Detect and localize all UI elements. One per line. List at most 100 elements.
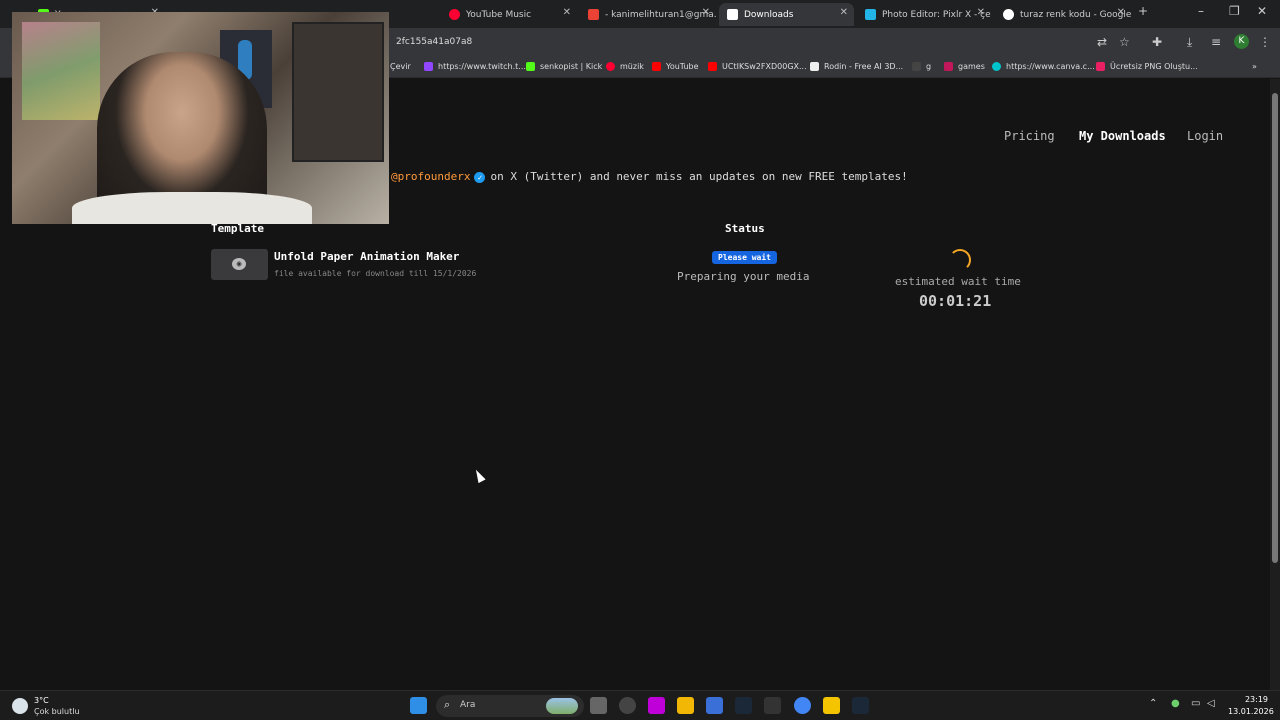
- promo-banner: @profounderx ✓ on X (Twitter) and never mi…: [391, 170, 908, 183]
- loading-spinner-icon: [949, 249, 971, 271]
- availability-text: file available for download till 15/1/20…: [274, 269, 477, 278]
- youtube-music-icon: [449, 9, 460, 20]
- close-icon[interactable]: ✕: [840, 7, 848, 18]
- start-icon[interactable]: [410, 697, 427, 714]
- twitch-icon: [424, 62, 433, 71]
- tab-label: Downloads: [744, 9, 794, 20]
- bookmark-item[interactable]: Çevir: [390, 62, 411, 71]
- column-header-status: Status: [725, 222, 765, 235]
- nav-login[interactable]: Login: [1187, 129, 1223, 143]
- bookmark-item[interactable]: UCtIKSw2FXD00GX...: [708, 62, 807, 71]
- tab-search-icon[interactable]: ≡: [1211, 35, 1221, 49]
- store-icon[interactable]: [706, 697, 723, 714]
- weather-description: Çok bulutlu: [34, 707, 80, 716]
- pixlr-icon: [865, 9, 876, 20]
- bookmark-item[interactable]: Rodin - Free AI 3D...: [810, 62, 903, 71]
- tab-label: Photo Editor: Pixlr X - çev...: [882, 9, 991, 20]
- youtube-icon: [652, 62, 661, 71]
- tab-pixlr[interactable]: Photo Editor: Pixlr X - çev... ✕: [857, 3, 991, 26]
- template-name[interactable]: Unfold Paper Animation Maker: [274, 250, 459, 263]
- estimate-time: 00:01:21: [919, 292, 992, 310]
- chevron-up-icon[interactable]: ⌃: [1149, 698, 1157, 709]
- kick-icon: [526, 62, 535, 71]
- gmail-icon: [588, 9, 599, 20]
- task-view-icon[interactable]: [590, 697, 607, 714]
- bookmark-item[interactable]: g: [912, 62, 931, 71]
- volume-icon[interactable]: ◁: [1207, 698, 1215, 709]
- eye-off-icon: ◉: [232, 258, 246, 270]
- page-scrollbar[interactable]: [1270, 79, 1280, 690]
- epic-games-icon[interactable]: [764, 697, 781, 714]
- menu-icon[interactable]: ⋮: [1259, 35, 1271, 49]
- temperature: 3°C: [34, 696, 49, 705]
- tab-label: - kanimelihturan1@gma...: [605, 9, 716, 20]
- network-icon[interactable]: ▭: [1191, 698, 1200, 709]
- bookmark-item[interactable]: senkopist | Kick: [526, 62, 602, 71]
- downloads-icon[interactable]: ⤓: [1187, 35, 1192, 50]
- taskbar-search[interactable]: ⌕ Ara: [436, 695, 584, 717]
- search-icon: ⌕: [444, 698, 451, 711]
- wall-painting: [22, 22, 100, 120]
- bookmark-item[interactable]: müzik: [606, 62, 644, 71]
- chrome-icon[interactable]: [794, 697, 811, 714]
- microphone-icon[interactable]: ●: [1171, 698, 1180, 709]
- estimate-label: estimated wait time: [895, 275, 1021, 288]
- k-icon: [912, 62, 921, 71]
- bookmark-item[interactable]: games: [944, 62, 985, 71]
- close-icon[interactable]: ✕: [702, 7, 710, 18]
- google-icon: [1003, 9, 1014, 20]
- app-icon[interactable]: [648, 697, 665, 714]
- close-icon[interactable]: ✕: [1117, 7, 1125, 18]
- close-window-icon[interactable]: ✕: [1257, 4, 1267, 18]
- bookmarks-overflow-icon[interactable]: »: [1252, 62, 1257, 71]
- shelf: [292, 22, 384, 162]
- steam-icon-2[interactable]: [852, 697, 869, 714]
- bookmark-item[interactable]: https://www.canva.c...: [992, 62, 1095, 71]
- bookmark-star-icon[interactable]: ☆: [1119, 35, 1130, 49]
- scrollbar-thumb[interactable]: [1272, 93, 1278, 563]
- new-tab-icon[interactable]: +: [1138, 4, 1148, 18]
- youtube-icon: [708, 62, 717, 71]
- search-highlight-image: [546, 698, 578, 714]
- tab-downloads[interactable]: Downloads ✕: [719, 3, 854, 26]
- minimize-icon[interactable]: –: [1198, 4, 1204, 18]
- close-icon[interactable]: ✕: [563, 7, 571, 18]
- tab-label: turaz renk kodu - Google...: [1020, 9, 1131, 20]
- promo-text: on X (Twitter) and never miss an updates…: [490, 170, 908, 183]
- tab-google[interactable]: turaz renk kodu - Google... ✕: [995, 3, 1131, 26]
- time: 23:19: [1244, 695, 1268, 704]
- url-field[interactable]: 2fc155a41a07a8: [396, 37, 472, 47]
- file-explorer-icon[interactable]: [677, 697, 694, 714]
- tab-youtube-music[interactable]: YouTube Music ✕: [441, 3, 577, 26]
- tab-label: YouTube Music: [466, 9, 532, 20]
- nav-my-downloads[interactable]: My Downloads: [1079, 129, 1166, 143]
- status-badge: Please wait: [712, 251, 777, 264]
- status-text: Preparing your media: [677, 270, 810, 283]
- profile-avatar[interactable]: K: [1234, 34, 1249, 49]
- weather-widget[interactable]: 3°C Çok bulutlu: [12, 694, 92, 718]
- bookmark-item[interactable]: https://www.twitch.t...: [424, 62, 526, 71]
- extensions-icon[interactable]: ✚: [1152, 35, 1162, 49]
- obs-icon[interactable]: [619, 697, 636, 714]
- youtube-music-icon: [606, 62, 615, 71]
- png-icon: [1096, 62, 1105, 71]
- bookmark-item[interactable]: YouTube: [652, 62, 699, 71]
- search-label: Ara: [460, 700, 476, 710]
- tab-gmail[interactable]: - kanimelihturan1@gma... ✕: [580, 3, 716, 26]
- template-thumbnail[interactable]: ◉: [211, 249, 268, 280]
- date: 13.01.2026: [1228, 707, 1274, 716]
- translate-icon[interactable]: ⇄: [1097, 35, 1107, 49]
- clock[interactable]: 23:19 13.01.2026: [1228, 694, 1274, 718]
- nav-pricing[interactable]: Pricing: [1004, 129, 1055, 143]
- games-icon: [944, 62, 953, 71]
- bookmark-item[interactable]: Ücretsiz PNG Oluştu...: [1096, 62, 1198, 71]
- maximize-icon[interactable]: ❐: [1229, 4, 1240, 18]
- cloud-icon: [12, 698, 28, 714]
- app-icon-2[interactable]: [823, 697, 840, 714]
- close-icon[interactable]: ✕: [977, 7, 985, 18]
- rodin-icon: [810, 62, 819, 71]
- downloads-site-icon: [727, 9, 738, 20]
- twitter-handle-link[interactable]: @profounderx: [391, 170, 470, 183]
- steam-icon[interactable]: [735, 697, 752, 714]
- webcam-overlay: [12, 12, 389, 224]
